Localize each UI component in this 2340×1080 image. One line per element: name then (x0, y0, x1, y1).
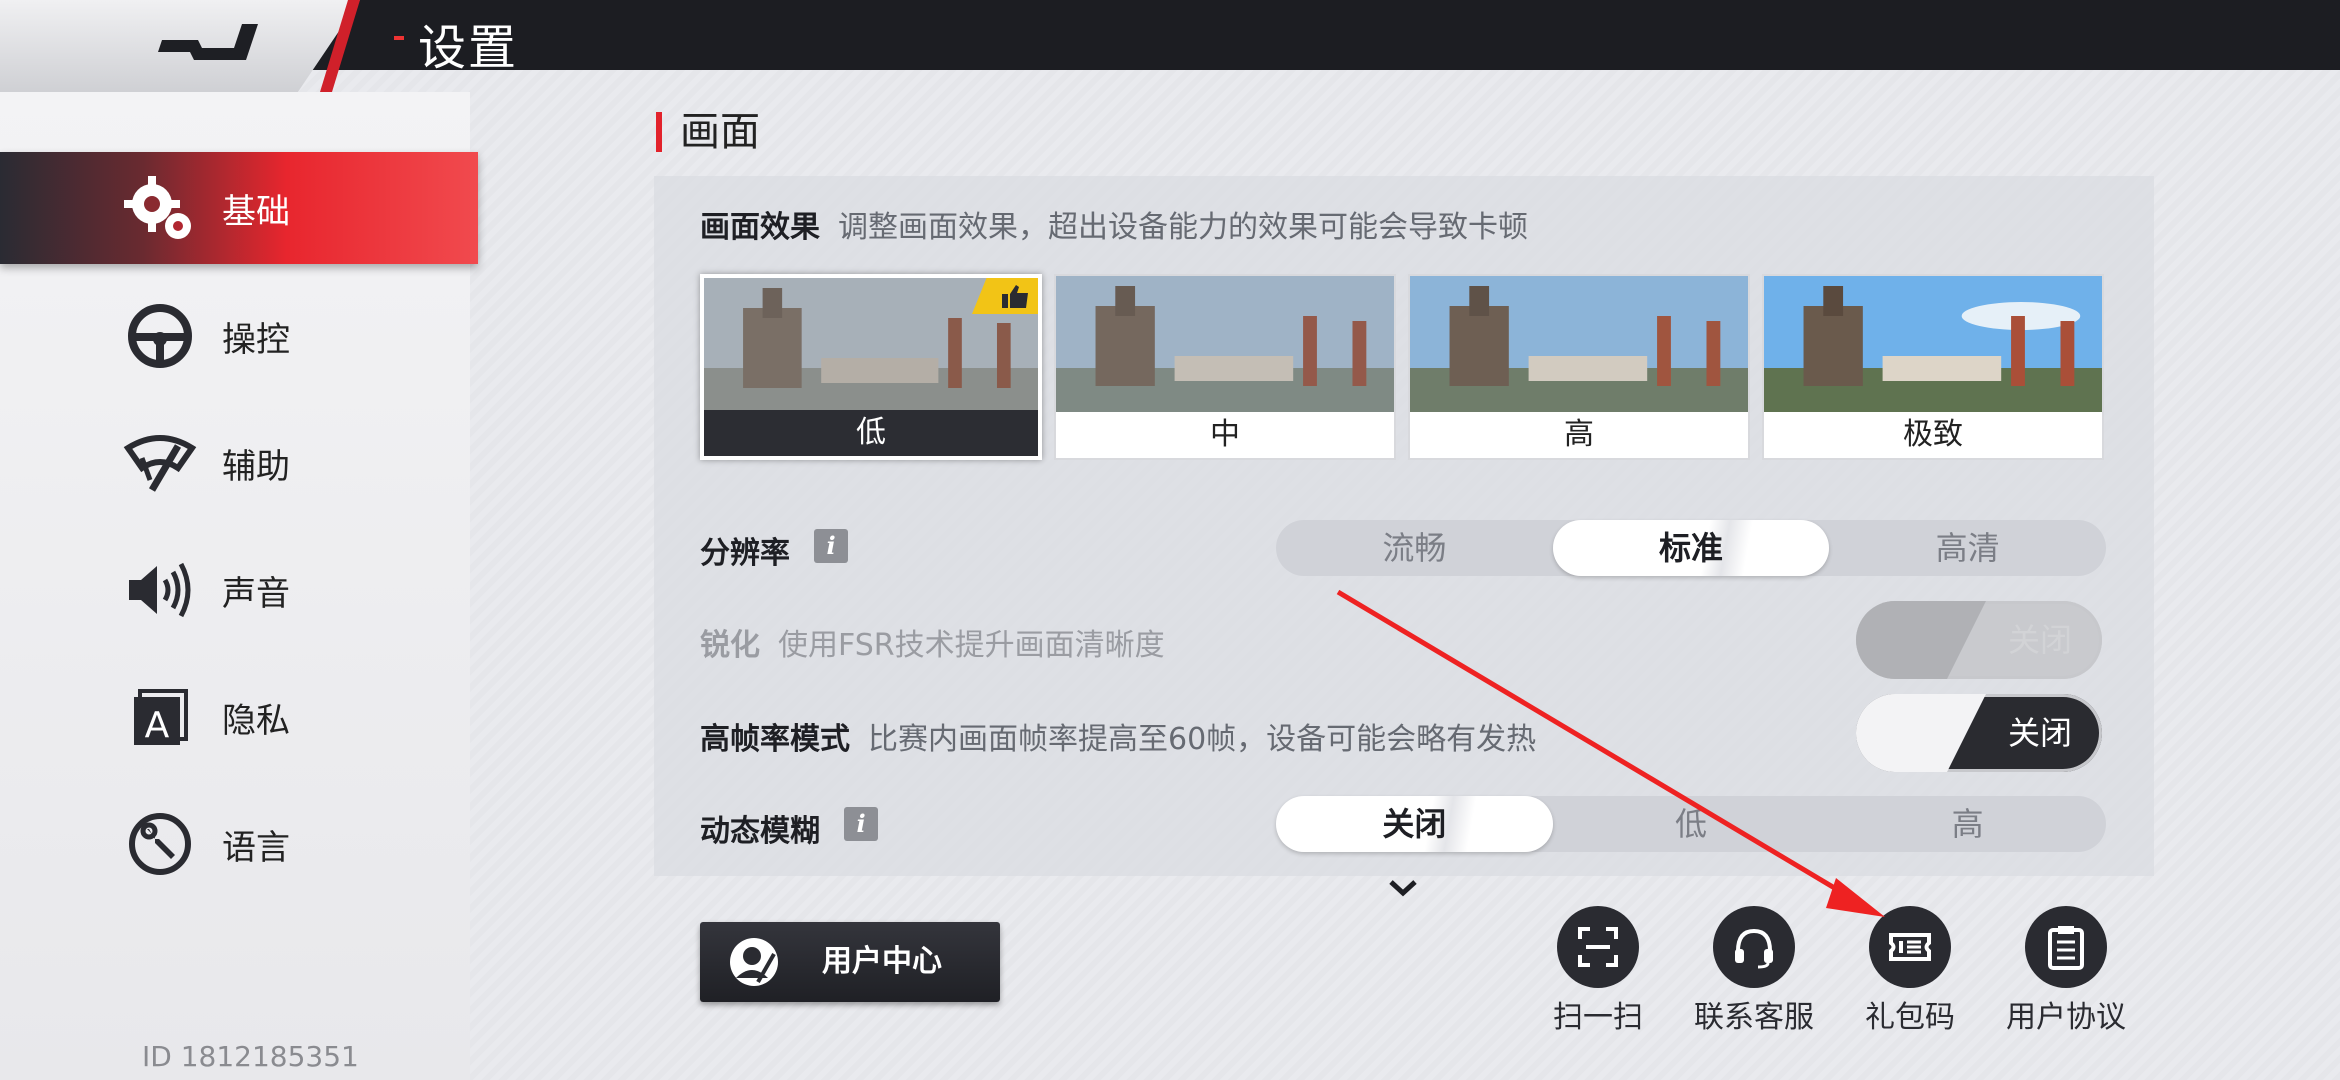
svg-text:A: A (145, 705, 170, 746)
quality-option-low[interactable]: 低 (700, 274, 1042, 460)
wrench-icon (120, 804, 200, 884)
title-dash (394, 36, 404, 40)
sidebar-item-privacy[interactable]: A 隐私 (0, 661, 478, 773)
sidebar-item-label: 声音 (222, 573, 290, 614)
user-center-button[interactable]: 用户中心 (700, 922, 1000, 1002)
sharpen-toggle[interactable]: 关闭 (1856, 601, 2102, 679)
resolution-selector: 流畅 标准 高清 (1276, 520, 2106, 576)
quality-option-label: 低 (704, 410, 1038, 456)
user-agreement-button[interactable]: 用户协议 (1986, 906, 2146, 1036)
graphics-effect-desc: 调整画面效果，超出设备能力的效果可能会导致卡顿 (838, 210, 1528, 245)
sidebar-item-label: 辅助 (222, 446, 290, 487)
high-fps-toggle[interactable]: 关闭 (1856, 694, 2102, 772)
motion-blur-option-low[interactable]: 低 (1553, 796, 1830, 852)
section-title: 画面 (656, 112, 760, 152)
motion-blur-option-off[interactable]: 关闭 (1276, 796, 1553, 852)
scene-preview-image (1056, 276, 1394, 416)
sidebar-item-label: 操控 (222, 319, 290, 360)
sidebar-item-label: 语言 (222, 827, 290, 868)
back-arrow-icon (158, 24, 258, 60)
headset-icon (1713, 906, 1795, 988)
high-fps-desc: 比赛内画面帧率提高至60帧，设备可能会略有发热 (868, 722, 1537, 757)
gift-code-label: 礼包码 (1865, 1000, 1955, 1035)
motion-blur-label: 动态模糊 (700, 814, 820, 849)
steering-wheel-icon (120, 296, 200, 376)
scene-preview-image (1764, 276, 2102, 416)
privacy-icon: A (120, 677, 200, 757)
gift-code-icon (1869, 906, 1951, 988)
customer-service-button[interactable]: 联系客服 (1674, 906, 1834, 1036)
scene-preview-image (1410, 276, 1748, 416)
customer-service-label: 联系客服 (1694, 1000, 1814, 1035)
back-button[interactable] (0, 0, 360, 96)
scan-icon (1557, 906, 1639, 988)
sidebar-item-language[interactable]: 语言 (0, 788, 478, 900)
graphics-effect-label: 画面效果 (700, 210, 820, 245)
speaker-icon (120, 550, 200, 630)
motion-blur-option-high[interactable]: 高 (1829, 796, 2106, 852)
user-id: ID 1812185351 (142, 1040, 359, 1073)
wiper-icon (120, 423, 200, 503)
quality-option-ultra[interactable]: 极致 (1762, 274, 2104, 460)
thumbs-up-icon (1002, 285, 1028, 308)
gift-code-button[interactable]: 礼包码 (1830, 906, 1990, 1036)
info-icon[interactable]: i (844, 807, 878, 841)
sharpen-label: 锐化 (700, 628, 760, 663)
gears-icon (120, 168, 200, 248)
scan-button[interactable]: 扫一扫 (1518, 906, 1678, 1036)
sidebar-item-assist[interactable]: 辅助 (0, 407, 478, 519)
sharpen-desc: 使用FSR技术提升画面清晰度 (778, 628, 1165, 663)
resolution-option-standard[interactable]: 标准 (1552, 520, 1830, 576)
quality-option-label: 中 (1056, 412, 1394, 458)
user-agreement-label: 用户协议 (2006, 1000, 2126, 1035)
chevron-down-icon[interactable] (1388, 878, 1418, 898)
toggle-text: 关闭 (2007, 621, 2072, 659)
sidebar-item-sound[interactable]: 声音 (0, 534, 478, 646)
info-icon[interactable]: i (814, 529, 848, 563)
clipboard-icon (2025, 906, 2107, 988)
sidebar-item-label: 隐私 (222, 700, 290, 741)
toggle-knob (1856, 694, 1986, 772)
scan-label: 扫一扫 (1553, 1000, 1643, 1035)
toggle-text: 关闭 (2007, 714, 2072, 752)
sidebar-item-basic[interactable]: 基础 (0, 152, 478, 264)
quality-option-high[interactable]: 高 (1408, 274, 1750, 460)
motion-blur-selector: 关闭 低 高 (1276, 796, 2106, 852)
user-center-label: 用户中心 (822, 944, 942, 979)
toggle-knob (1856, 601, 1986, 679)
quality-option-label: 高 (1410, 412, 1748, 458)
high-fps-label: 高帧率模式 (700, 722, 850, 757)
sidebar-item-controls[interactable]: 操控 (0, 280, 478, 392)
page-title: 设置 (418, 20, 519, 76)
user-icon (730, 938, 778, 986)
resolution-option-hd[interactable]: 高清 (1829, 520, 2106, 576)
resolution-label: 分辨率 (700, 536, 790, 571)
quality-option-medium[interactable]: 中 (1054, 274, 1396, 460)
sidebar-item-label: 基础 (222, 191, 290, 232)
resolution-option-smooth[interactable]: 流畅 (1276, 520, 1553, 576)
quality-option-label: 极致 (1764, 412, 2102, 458)
